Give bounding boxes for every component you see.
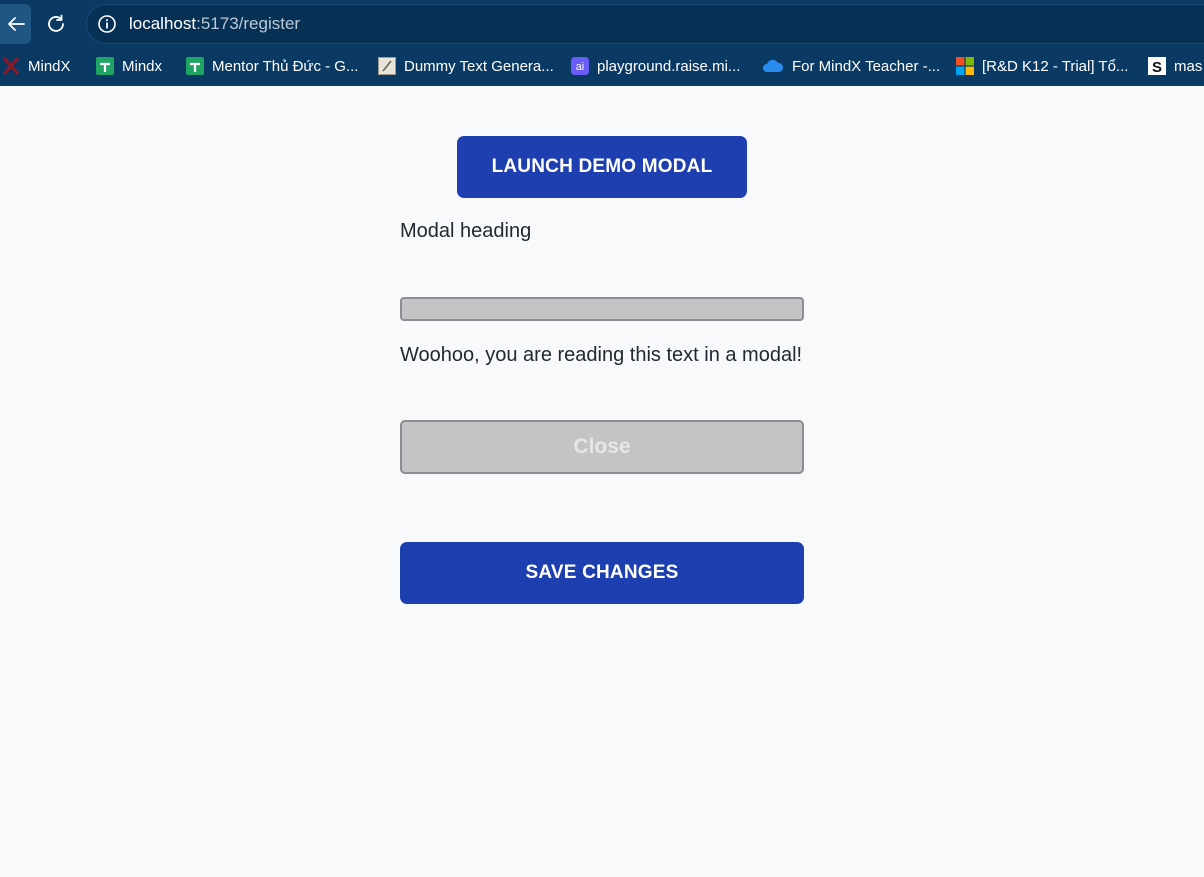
modal-divider-bar xyxy=(400,297,804,321)
bookmark-mentor-thu-duc[interactable]: Mentor Thủ Đức - G... xyxy=(186,48,358,84)
site-info-icon[interactable] xyxy=(96,13,118,35)
s-letter-icon: S xyxy=(1148,57,1166,75)
url-text[interactable]: localhost:5173/register xyxy=(129,14,300,34)
bookmark-for-mindx-teacher[interactable]: For MindX Teacher -... xyxy=(762,48,940,84)
page-content: LAUNCH DEMO MODAL Modal heading Woohoo, … xyxy=(0,86,1204,877)
modal-heading: Modal heading xyxy=(400,220,532,242)
bookmark-label: [R&D K12 - Trial] Tổ... xyxy=(982,57,1129,75)
modal-body-text: Woohoo, you are reading this text in a m… xyxy=(400,344,803,366)
address-bar[interactable]: localhost:5173/register xyxy=(86,4,1204,44)
bookmark-playground[interactable]: ai playground.raise.mi... xyxy=(571,48,740,84)
google-sheets-icon xyxy=(96,57,114,75)
microsoft-icon xyxy=(956,57,974,75)
bookmark-label: Mindx xyxy=(122,57,163,75)
svg-text:ai: ai xyxy=(576,61,584,73)
bookmark-mas[interactable]: S mas xyxy=(1148,48,1202,84)
google-sheets-icon xyxy=(186,57,204,75)
dummy-text-icon xyxy=(378,57,396,75)
launch-demo-modal-button[interactable]: LAUNCH DEMO MODAL xyxy=(457,136,747,198)
close-button[interactable]: Close xyxy=(400,420,804,474)
bookmark-dummy-text[interactable]: Dummy Text Genera... xyxy=(378,48,554,84)
browser-toolbar: localhost:5173/register xyxy=(0,0,1204,48)
reload-button[interactable] xyxy=(42,9,70,39)
bookmark-mindx[interactable]: MindX xyxy=(2,48,71,84)
bookmarks-bar: MindX Mindx Mentor Thủ Đức - G... Dummy … xyxy=(0,48,1204,86)
bookmark-label: playground.raise.mi... xyxy=(597,57,741,75)
bookmark-label: For MindX Teacher -... xyxy=(792,57,941,75)
arrow-left-icon xyxy=(7,17,25,31)
ai-icon: ai xyxy=(571,57,589,75)
svg-text:S: S xyxy=(1152,59,1162,75)
bookmark-label: MindX xyxy=(28,57,71,75)
back-button[interactable] xyxy=(0,4,31,44)
bookmark-rd-k12[interactable]: [R&D K12 - Trial] Tổ... xyxy=(956,48,1128,84)
bookmark-label: Dummy Text Genera... xyxy=(404,57,554,75)
reload-icon xyxy=(48,14,64,32)
bookmark-label: mas xyxy=(1174,57,1203,75)
onedrive-cloud-icon xyxy=(762,57,784,75)
bookmark-mindx-sheet[interactable]: Mindx xyxy=(96,48,162,84)
bookmark-label: Mentor Thủ Đức - G... xyxy=(212,57,359,75)
url-path: :5173/register xyxy=(196,14,301,33)
url-host: localhost xyxy=(129,14,197,33)
save-changes-button[interactable]: SAVE CHANGES xyxy=(400,542,804,604)
mindx-x-icon xyxy=(2,57,20,75)
